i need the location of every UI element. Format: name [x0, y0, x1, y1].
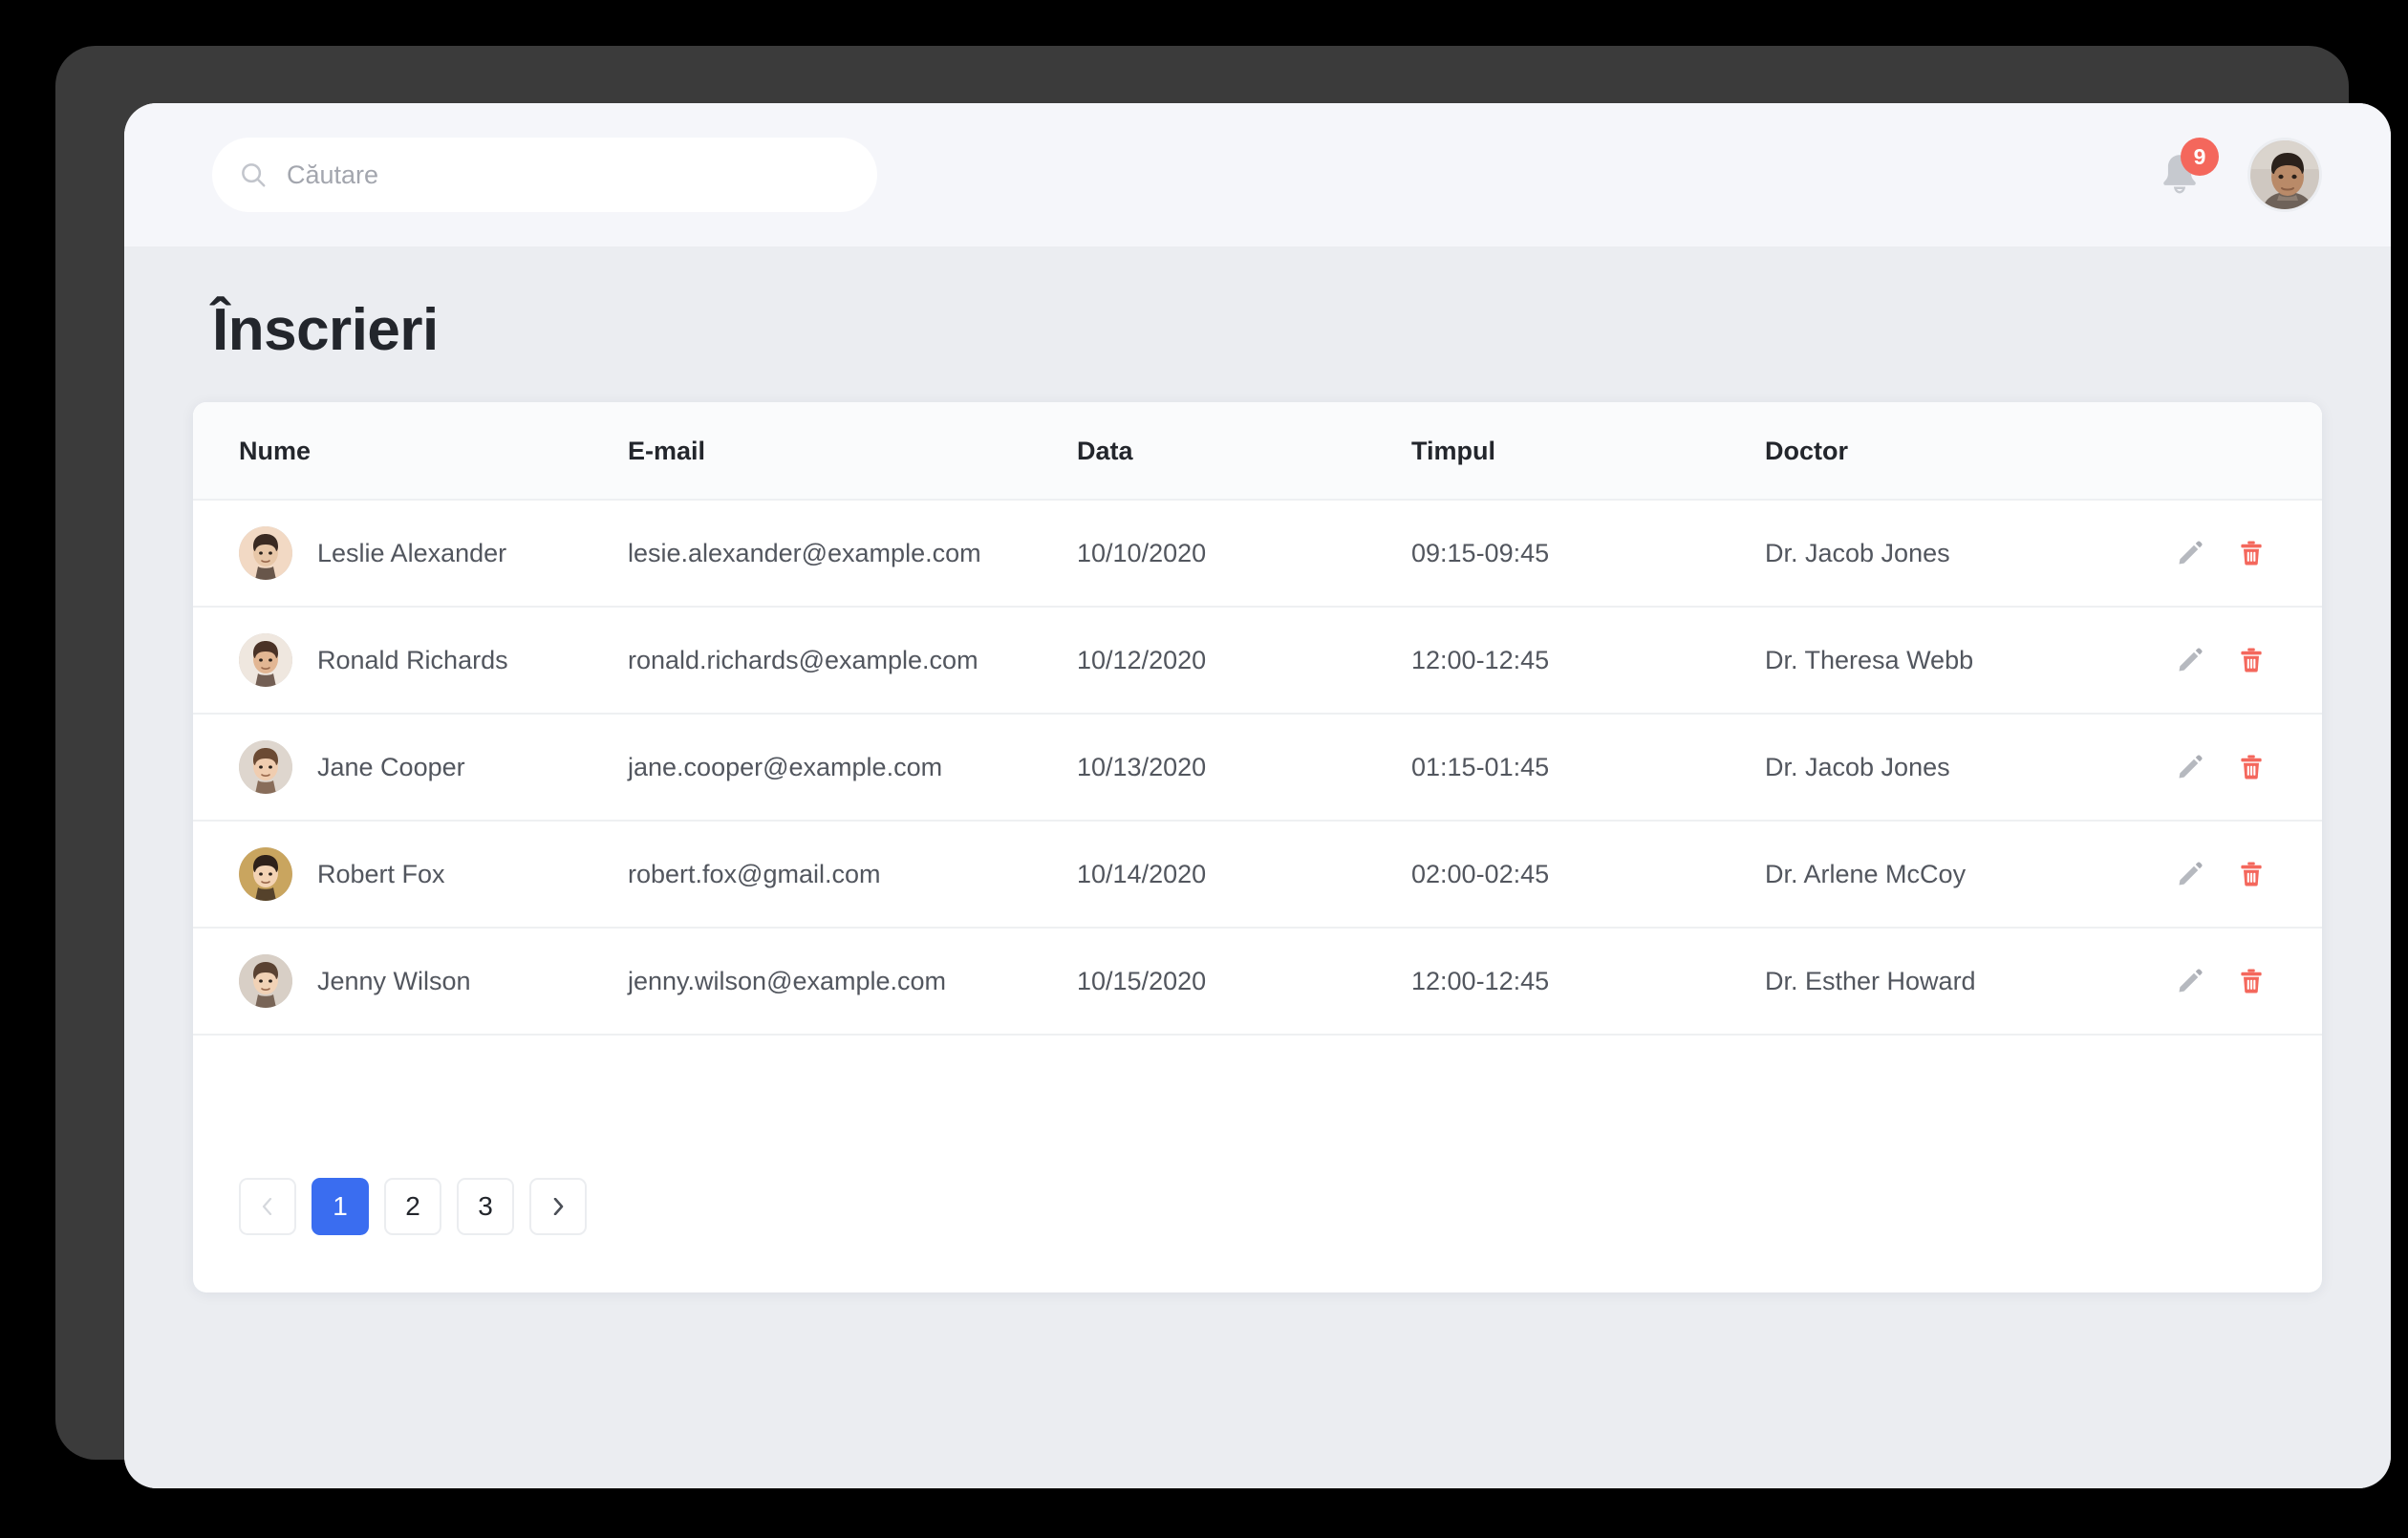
cell-actions — [2176, 500, 2322, 608]
pencil-icon[interactable] — [2176, 646, 2204, 674]
empty-cell — [193, 1035, 2322, 1178]
column-header-doctor[interactable]: Doctor — [1765, 402, 2176, 501]
pagination-prev-button[interactable] — [239, 1178, 296, 1235]
cell-email: jane.cooper@example.com — [628, 714, 1077, 822]
pencil-icon[interactable] — [2176, 539, 2204, 567]
column-header-name[interactable]: Nume — [193, 402, 628, 501]
pagination-next-button[interactable] — [529, 1178, 587, 1235]
cell-doctor: Dr. Jacob Jones — [1765, 500, 2176, 608]
table-header-row: Nume E-mail Data Timpul Doctor — [193, 402, 2322, 501]
trash-icon[interactable] — [2237, 860, 2266, 888]
row-avatar — [239, 954, 292, 1008]
table-row[interactable]: Leslie Alexander lesie.alexander@example.… — [193, 500, 2322, 608]
column-header-actions — [2176, 402, 2322, 501]
search-icon — [242, 163, 266, 187]
trash-icon[interactable] — [2237, 646, 2266, 674]
row-name-label: Leslie Alexander — [317, 538, 507, 567]
column-header-date[interactable]: Data — [1077, 402, 1411, 501]
row-avatar — [239, 847, 292, 901]
appointments-card: Nume E-mail Data Timpul Doctor Leslie Al… — [193, 402, 2322, 1292]
column-header-email[interactable]: E-mail — [628, 402, 1077, 501]
search-input[interactable] — [287, 160, 850, 190]
table-body: Leslie Alexander lesie.alexander@example.… — [193, 500, 2322, 1178]
trash-icon[interactable] — [2237, 539, 2266, 567]
cell-name: Jenny Wilson — [193, 928, 628, 1036]
cell-actions — [2176, 607, 2322, 715]
trash-icon[interactable] — [2237, 753, 2266, 781]
avatar-photo — [239, 740, 292, 794]
table-empty-space — [193, 1035, 2322, 1178]
cell-date: 10/15/2020 — [1077, 928, 1411, 1036]
avatar-photo — [239, 633, 292, 687]
pagination: 1 2 3 — [193, 1178, 2322, 1292]
cell-name: Ronald Richards — [193, 607, 628, 715]
pagination-page-2[interactable]: 2 — [384, 1178, 441, 1235]
row-name-label: Robert Fox — [317, 859, 445, 888]
cell-name: Jane Cooper — [193, 714, 628, 822]
cell-email: ronald.richards@example.com — [628, 607, 1077, 715]
app-window: 9 — [124, 103, 2391, 1488]
search-box[interactable] — [212, 138, 877, 212]
top-bar: 9 — [124, 103, 2391, 246]
screenshot-root: 9 — [0, 0, 2408, 1538]
row-name-label: Jane Cooper — [317, 752, 465, 781]
table-row[interactable]: Ronald Richards ronald.richards@example.c… — [193, 607, 2322, 715]
cell-date: 10/13/2020 — [1077, 714, 1411, 822]
chevron-right-icon — [553, 1198, 564, 1215]
avatar-photo — [239, 847, 292, 901]
row-avatar — [239, 740, 292, 794]
cell-name: Robert Fox — [193, 821, 628, 929]
cell-doctor: Dr. Arlene McCoy — [1765, 821, 2176, 929]
cell-date: 10/14/2020 — [1077, 821, 1411, 929]
trash-icon[interactable] — [2237, 967, 2266, 995]
row-avatar — [239, 633, 292, 687]
appointments-table: Nume E-mail Data Timpul Doctor Leslie Al… — [193, 402, 2322, 1178]
cell-name: Leslie Alexander — [193, 500, 628, 608]
cell-actions — [2176, 714, 2322, 822]
cell-doctor: Dr. Esther Howard — [1765, 928, 2176, 1036]
pagination-page-3[interactable]: 3 — [457, 1178, 514, 1235]
page-body: Înscrieri Nume E-mail Data Timpul Doctor — [124, 246, 2391, 1488]
avatar-photo — [2250, 140, 2319, 209]
cell-actions — [2176, 821, 2322, 929]
table-header: Nume E-mail Data Timpul Doctor — [193, 402, 2322, 501]
cell-date: 10/12/2020 — [1077, 607, 1411, 715]
device-frame: 9 — [55, 46, 2391, 1488]
notification-badge: 9 — [2181, 138, 2219, 176]
pencil-icon[interactable] — [2176, 860, 2204, 888]
cell-date: 10/10/2020 — [1077, 500, 1411, 608]
table-row[interactable]: Robert Fox robert.fox@gmail.com 10/14/2020… — [193, 821, 2322, 929]
avatar-photo — [239, 954, 292, 1008]
avatar-photo — [239, 526, 292, 580]
cell-email: jenny.wilson@example.com — [628, 928, 1077, 1036]
cell-actions — [2176, 928, 2322, 1036]
table-row[interactable]: Jane Cooper jane.cooper@example.com 10/13/… — [193, 714, 2322, 822]
page-title: Înscrieri — [212, 297, 439, 363]
cell-time: 02:00-02:45 — [1411, 821, 1765, 929]
topbar-right-group: 9 — [2158, 138, 2322, 212]
cell-email: lesie.alexander@example.com — [628, 500, 1077, 608]
row-avatar — [239, 526, 292, 580]
cell-doctor: Dr. Jacob Jones — [1765, 714, 2176, 822]
row-name-label: Ronald Richards — [317, 645, 508, 674]
cell-doctor: Dr. Theresa Webb — [1765, 607, 2176, 715]
pencil-icon[interactable] — [2176, 753, 2204, 781]
pencil-icon[interactable] — [2176, 967, 2204, 995]
chevron-left-icon — [262, 1198, 272, 1215]
notifications-button[interactable]: 9 — [2158, 138, 2219, 199]
cell-time: 12:00-12:45 — [1411, 607, 1765, 715]
user-avatar[interactable] — [2247, 138, 2322, 212]
row-name-label: Jenny Wilson — [317, 966, 471, 995]
cell-time: 01:15-01:45 — [1411, 714, 1765, 822]
column-header-time[interactable]: Timpul — [1411, 402, 1765, 501]
cell-email: robert.fox@gmail.com — [628, 821, 1077, 929]
table-row[interactable]: Jenny Wilson jenny.wilson@example.com 10/1… — [193, 928, 2322, 1036]
cell-time: 09:15-09:45 — [1411, 500, 1765, 608]
cell-time: 12:00-12:45 — [1411, 928, 1765, 1036]
pagination-page-1[interactable]: 1 — [312, 1178, 369, 1235]
